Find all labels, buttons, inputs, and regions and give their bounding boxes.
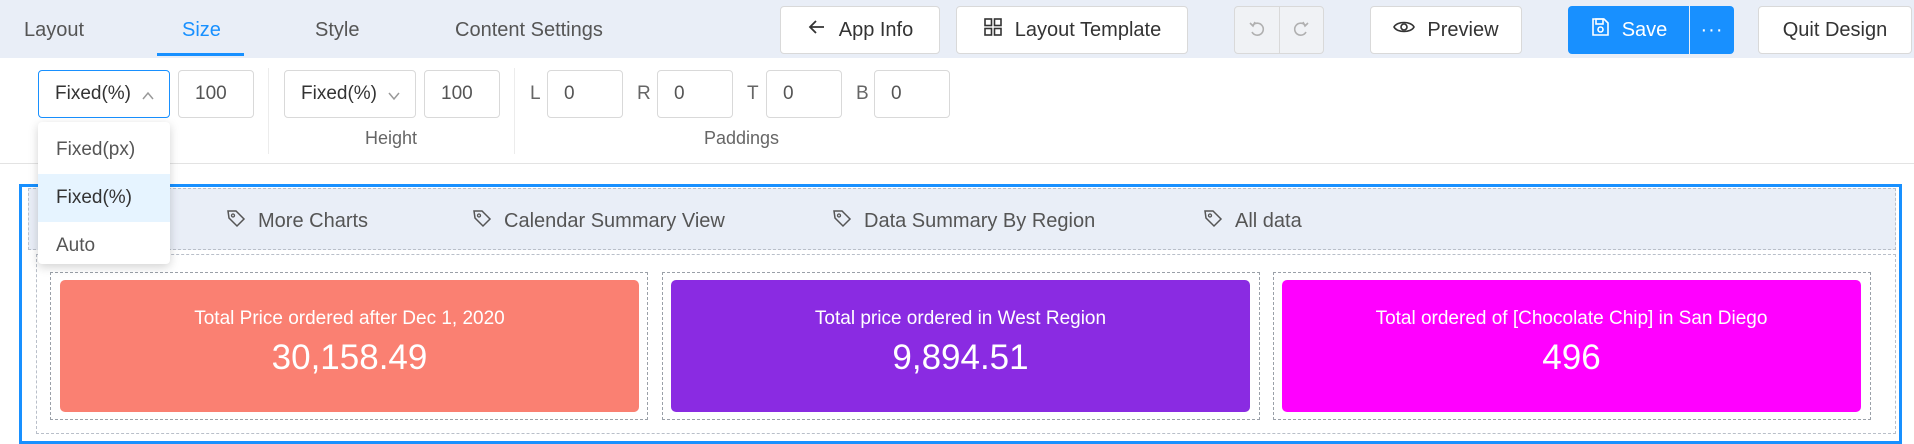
dashboard-tab-label: More Charts [258,209,369,232]
kpi-card-total-price[interactable]: Total Price ordered after Dec 1, 2020 30… [60,280,639,412]
chevron-down-icon [387,87,401,109]
save-more-button[interactable]: ··· [1690,6,1734,54]
app-info-button[interactable]: App Info [780,6,940,54]
quit-design-label: Quit Design [1782,18,1888,41]
redo-icon [1291,18,1311,43]
width-mode-dropdown: Fixed(px) Fixed(%) Auto [38,122,170,264]
kpi-card-value: 9,894.51 [892,338,1029,377]
padding-bottom-label: B [856,83,869,104]
dashboard-tab-more-charts[interactable]: More Charts [226,208,368,234]
dashboard-tab-all-data[interactable]: All data [1203,208,1302,234]
padding-bottom-input[interactable]: 0 [874,70,950,118]
padding-right-input[interactable]: 0 [657,70,733,118]
undo-icon [1247,18,1267,43]
app-info-label: App Info [838,18,914,41]
dashboard-tab-region-summary[interactable]: Data Summary By Region [832,208,1095,234]
save-label: Save [1621,18,1668,41]
padding-right-label: R [637,83,651,104]
quit-design-button[interactable]: Quit Design [1758,6,1912,54]
dashboard-tab-label: Calendar Summary View [504,209,725,232]
preview-button[interactable]: Preview [1370,6,1522,54]
kpi-card-title: Total ordered of [Chocolate Chip] in San… [1375,308,1768,329]
tag-icon [226,208,246,234]
undo-redo-group [1234,6,1324,54]
padding-left-label: L [530,83,541,104]
tab-size[interactable]: Size [182,0,221,58]
size-properties-panel: Fixed(%) 100 Fixed(%) 100 Height L 0 R 0… [0,58,1914,164]
designer-toolbar: Layout Size Style Content Settings App I… [0,0,1914,58]
redo-button[interactable] [1278,7,1323,53]
grid-icon [983,17,1003,43]
arrow-left-icon [807,17,827,43]
width-mode-select[interactable]: Fixed(%) [38,70,170,118]
layout-template-button[interactable]: Layout Template [956,6,1188,54]
height-mode-value: Fixed(%) [301,83,378,104]
kpi-card-west-region[interactable]: Total price ordered in West Region 9,894… [671,280,1250,412]
tab-content-settings[interactable]: Content Settings [455,0,603,58]
tab-layout[interactable]: Layout [24,0,84,58]
padding-top-input[interactable]: 0 [766,70,842,118]
kpi-card-chocolate-chip[interactable]: Total ordered of [Chocolate Chip] in San… [1282,280,1861,412]
kpi-card-title: Total price ordered in West Region [814,308,1107,329]
height-value-input[interactable]: 100 [424,70,500,118]
dashboard-tab-label: Data Summary By Region [864,209,1096,232]
width-mode-value: Fixed(%) [55,83,132,104]
dropdown-option-fixed-percent[interactable]: Fixed(%) [38,174,170,222]
dashboard-tab-label: All data [1235,209,1302,232]
layout-template-label: Layout Template [1014,18,1162,41]
dropdown-option-auto[interactable]: Auto [38,222,170,270]
height-mode-select[interactable]: Fixed(%) [284,70,416,118]
eye-icon [1393,17,1416,43]
kpi-card-value: 30,158.49 [271,338,428,377]
paddings-label: Paddings [704,128,780,148]
padding-left-input[interactable]: 0 [547,70,623,118]
dropdown-option-fixed-px[interactable]: Fixed(px) [38,126,170,174]
preview-label: Preview [1427,18,1499,41]
tab-style[interactable]: Style [315,0,359,58]
undo-button[interactable] [1235,7,1279,53]
tag-icon [1203,208,1223,234]
tag-icon [832,208,852,234]
tag-icon [472,208,492,234]
active-tab-indicator [157,53,244,56]
save-button[interactable]: Save [1568,6,1689,54]
divider [514,68,515,154]
divider [268,68,269,154]
save-icon [1590,17,1610,43]
dashboard-tab-calendar-summary[interactable]: Calendar Summary View [472,208,725,234]
kpi-card-title: Total Price ordered after Dec 1, 2020 [194,308,505,329]
chevron-up-icon [141,87,155,109]
padding-top-label: T [747,83,759,104]
kpi-card-value: 496 [1542,338,1601,377]
width-value-input[interactable]: 100 [178,70,254,118]
height-label: Height [365,128,418,148]
